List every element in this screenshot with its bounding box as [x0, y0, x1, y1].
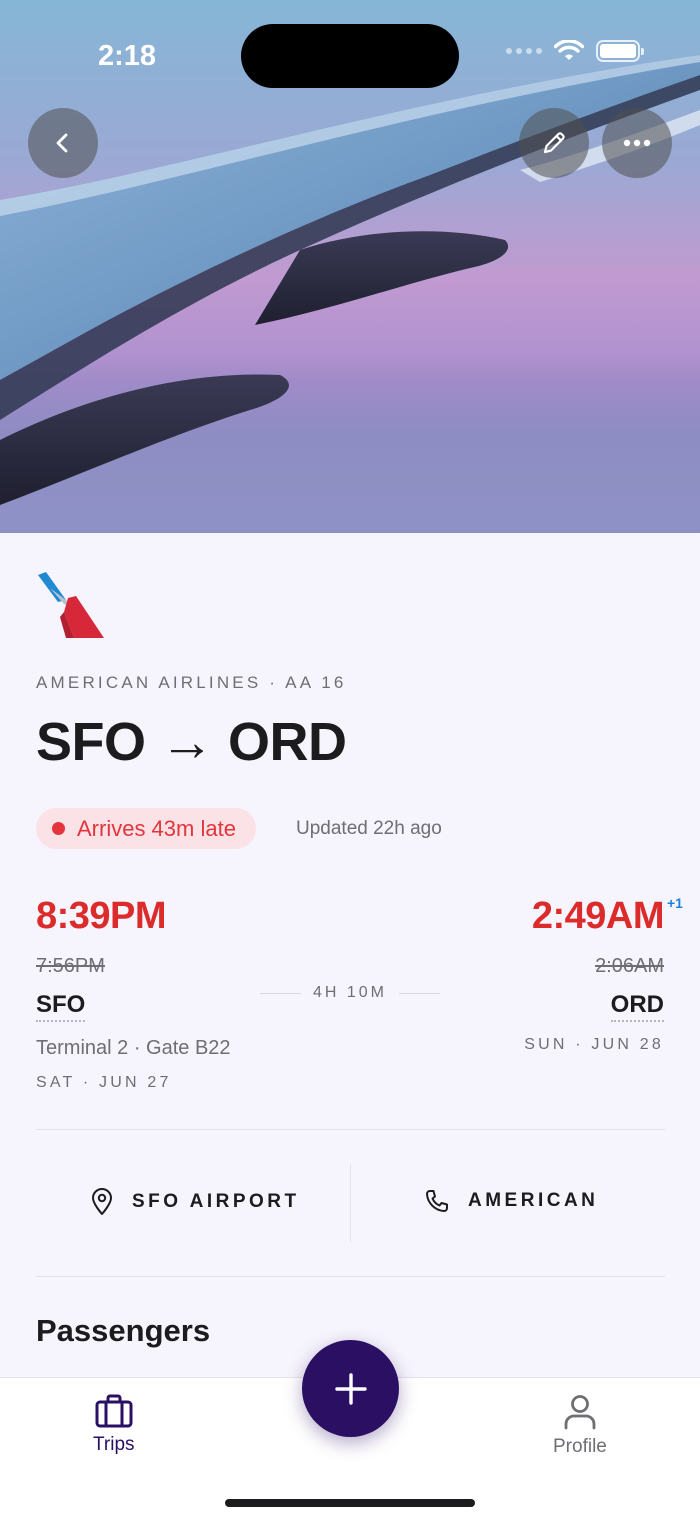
- arrival-scheduled-time: 2:06AM: [595, 955, 664, 977]
- edit-button[interactable]: [519, 108, 589, 178]
- airport-button-label: SFO AIRPORT: [132, 1191, 300, 1212]
- plus-icon: [334, 1372, 367, 1405]
- map-pin-icon: [92, 1188, 112, 1215]
- flight-duration-label: 4H 10M: [312, 984, 388, 1001]
- tab-profile-label: Profile: [553, 1436, 607, 1457]
- tab-trips-label: Trips: [93, 1434, 135, 1455]
- status-badge: Arrives 43m late: [36, 808, 256, 849]
- status-badge-label: Arrives 43m late: [77, 815, 236, 841]
- flight-duration: 4H 10M: [260, 984, 440, 1002]
- arrival-airport-code[interactable]: ORD: [610, 991, 664, 1022]
- arrival-date: SUN · JUN 28: [524, 1036, 664, 1053]
- phone-icon: [426, 1190, 448, 1212]
- departure-date: SAT · JUN 27: [36, 1074, 172, 1091]
- status-bar-icons: [506, 40, 644, 62]
- divider: [36, 1129, 665, 1130]
- ellipsis-icon: [623, 139, 651, 147]
- status-bar-time: 2:18: [98, 40, 157, 72]
- battery-icon: [596, 40, 644, 62]
- pencil-icon: [543, 132, 565, 154]
- cellular-signal-icon: [506, 48, 542, 54]
- departure-scheduled-time: 7:56PM: [36, 955, 105, 977]
- american-airlines-logo: [38, 572, 104, 638]
- more-options-button[interactable]: [602, 108, 672, 178]
- home-indicator: [225, 1499, 475, 1507]
- airport-directions-button[interactable]: SFO AIRPORT: [90, 1188, 300, 1216]
- divider: [36, 1276, 665, 1277]
- back-button[interactable]: [28, 108, 98, 178]
- airline-button-label: AMERICAN: [468, 1190, 599, 1211]
- updated-timestamp: Updated 22h ago: [296, 818, 442, 839]
- departure-time: 8:39PM: [36, 895, 167, 937]
- wifi-icon: [554, 40, 584, 60]
- departure-airport-code[interactable]: SFO: [36, 991, 86, 1022]
- suitcase-icon: [95, 1394, 133, 1428]
- arrival-time: 2:49AM: [531, 895, 665, 937]
- call-airline-button[interactable]: AMERICAN: [424, 1188, 598, 1214]
- hero-image: 2:18: [0, 0, 700, 533]
- chevron-left-icon: [56, 133, 68, 153]
- person-icon: [564, 1395, 596, 1430]
- arrival-day-offset: +1: [667, 895, 683, 911]
- departure-terminal-gate: Terminal 2 · Gate B22: [36, 1037, 231, 1059]
- route-title: SFO → ORD: [36, 712, 347, 772]
- tab-profile[interactable]: Profile: [553, 1394, 607, 1458]
- action-divider: [350, 1164, 351, 1242]
- add-trip-button[interactable]: [302, 1340, 399, 1437]
- passengers-section-title: Passengers: [36, 1313, 211, 1348]
- dynamic-island: [241, 24, 459, 88]
- tab-trips[interactable]: Trips: [93, 1394, 135, 1456]
- airline-flight-number: AMERICAN AIRLINES · AA 16: [36, 673, 347, 692]
- status-dot-icon: [52, 822, 65, 835]
